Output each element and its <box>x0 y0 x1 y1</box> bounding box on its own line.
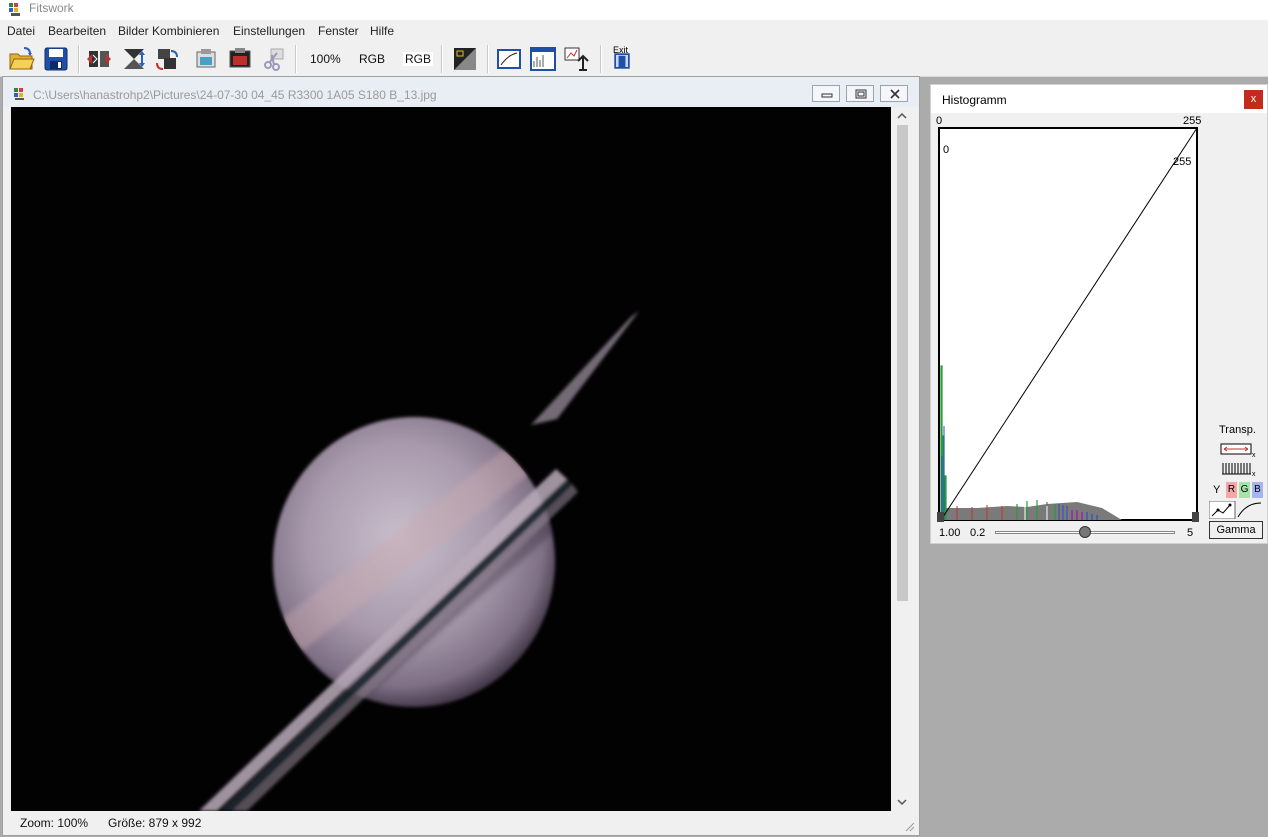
toolbar-separator <box>441 45 443 73</box>
restore-button[interactable] <box>846 85 874 102</box>
flip-vertical-icon[interactable] <box>120 45 148 73</box>
paste-image-icon[interactable] <box>226 45 254 73</box>
image-window-caption: C:\Users\hanastrohp2\Pictures\24-07-30 0… <box>3 77 919 107</box>
svg-text:x: x <box>1252 452 1256 458</box>
flip-horizontal-icon[interactable] <box>85 45 113 73</box>
status-bar: Zoom: 100% Größe: 879 x 992 <box>3 813 919 835</box>
histogram-close-button[interactable]: x <box>1244 90 1263 109</box>
exit-icon[interactable]: Exit <box>608 45 636 73</box>
toolbar-separator <box>78 45 80 73</box>
rgb-button-2[interactable]: RGB <box>403 52 434 66</box>
close-window-button[interactable] <box>880 85 908 102</box>
image-file-path: C:\Users\hanastrohp2\Pictures\24-07-30 0… <box>33 88 437 102</box>
rotate-icon[interactable] <box>153 45 181 73</box>
image-window: C:\Users\hanastrohp2\Pictures\24-07-30 0… <box>2 76 920 836</box>
histogram-icon[interactable] <box>529 45 557 73</box>
image-canvas[interactable] <box>11 107 891 811</box>
copy-image-icon[interactable] <box>192 45 220 73</box>
channel-y-button[interactable]: Y <box>1213 484 1220 496</box>
cut-image-icon[interactable] <box>259 45 287 73</box>
curve-mode-icons[interactable] <box>1208 500 1263 520</box>
app-icon <box>8 2 23 17</box>
channel-g-button[interactable]: G <box>1239 482 1250 498</box>
range-arrows-icon[interactable]: x <box>1220 442 1256 459</box>
document-icon <box>13 87 27 101</box>
transparency-label: Transp. <box>1219 424 1256 436</box>
rgb-button-1[interactable]: RGB <box>359 52 385 66</box>
channel-r-button[interactable]: R <box>1226 482 1237 498</box>
histogram-plot[interactable]: 0 255 <box>937 126 1199 522</box>
menu-bar: Datei Bearbeiten Bilder Kombinieren Eins… <box>0 20 1268 42</box>
title-bar: Fitswork <box>0 0 1268 20</box>
scroll-up-icon[interactable] <box>893 109 911 123</box>
toolbar-separator <box>600 45 602 73</box>
toolbar-separator <box>487 45 489 73</box>
menu-einstellungen[interactable]: Einstellungen <box>233 24 305 38</box>
crop-icon[interactable] <box>495 45 523 73</box>
histogram-caption: Histogramm x <box>931 85 1267 113</box>
open-folder-icon[interactable] <box>7 45 35 73</box>
menu-fenster[interactable]: Fenster <box>318 24 359 38</box>
bars-mode-icon[interactable]: x <box>1220 461 1256 478</box>
zoom-100-button[interactable]: 100% <box>310 52 341 66</box>
minimize-button[interactable] <box>812 85 840 102</box>
histogram-title: Histogramm <box>942 93 1007 107</box>
menu-hilfe[interactable]: Hilfe <box>370 24 394 38</box>
gamma-max-label: 5 <box>1187 527 1194 539</box>
gamma-min-label: 0.2 <box>970 527 986 539</box>
saturn-image <box>11 107 891 811</box>
app-title: Fitswork <box>29 1 74 15</box>
toolbar-separator <box>295 45 297 73</box>
scroll-thumb[interactable] <box>897 125 908 601</box>
scroll-down-icon[interactable] <box>893 795 911 809</box>
menu-bearbeiten[interactable]: Bearbeiten <box>48 24 106 38</box>
status-size: Größe: 879 x 992 <box>108 816 202 830</box>
curve-label-right: 255 <box>1173 156 1192 168</box>
gamma-button[interactable]: Gamma <box>1209 521 1263 539</box>
channel-b-button[interactable]: B <box>1252 482 1263 498</box>
histogram-window: Histogramm x 0 255 0 255 Transp. x x Y R… <box>930 84 1268 544</box>
resize-grip-icon[interactable] <box>903 820 915 832</box>
menu-datei[interactable]: Datei <box>7 24 35 38</box>
gamma-value: 1.00 <box>939 527 961 539</box>
mask-icon[interactable] <box>451 45 479 73</box>
stars-icon[interactable] <box>563 45 591 73</box>
save-disk-icon[interactable] <box>42 45 70 73</box>
menu-bilder-kombinieren[interactable]: Bilder Kombinieren <box>118 24 219 38</box>
curve-label-left: 0 <box>943 144 950 156</box>
status-zoom: Zoom: 100% <box>20 816 89 830</box>
gamma-slider-thumb[interactable] <box>1079 526 1091 538</box>
toolbar: 100% RGB RGB Exit <box>0 42 1268 77</box>
svg-text:x: x <box>1252 471 1256 477</box>
vertical-scrollbar[interactable] <box>893 107 911 811</box>
